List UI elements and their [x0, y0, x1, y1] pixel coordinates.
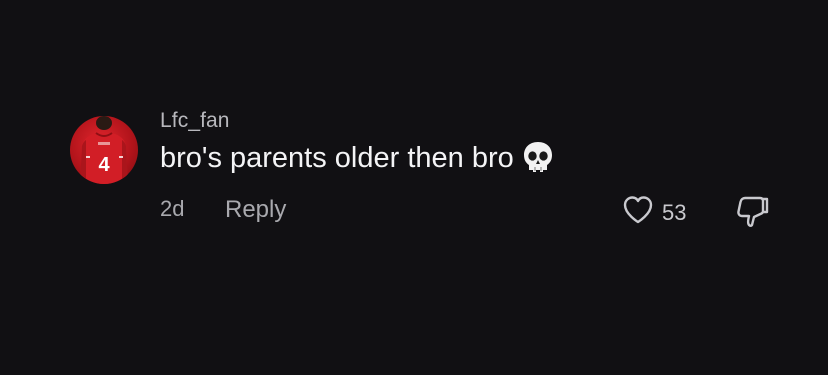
- like-button[interactable]: 53: [622, 195, 686, 230]
- avatar-shirt-number: 4: [98, 154, 110, 176]
- skull-icon: [522, 141, 554, 175]
- comment-username[interactable]: Lfc_fan: [160, 109, 230, 133]
- like-count: 53: [662, 199, 687, 225]
- comment-item: 4 Lfc_fan bro's parents older then bro 2…: [0, 0, 828, 375]
- dislike-button[interactable]: [734, 194, 770, 233]
- page: 4 Lfc_fan bro's parents older then bro 2…: [0, 0, 828, 375]
- avatar-image: 4: [80, 116, 128, 184]
- thumbs-down-icon[interactable]: [734, 196, 770, 232]
- reply-button[interactable]: Reply: [225, 196, 286, 224]
- comment-age: 2d: [160, 196, 185, 221]
- heart-icon[interactable]: [622, 195, 654, 230]
- avatar[interactable]: 4: [70, 116, 138, 184]
- comment-text-row: bro's parents older then bro: [160, 141, 554, 175]
- comment-text: bro's parents older then bro: [160, 141, 514, 174]
